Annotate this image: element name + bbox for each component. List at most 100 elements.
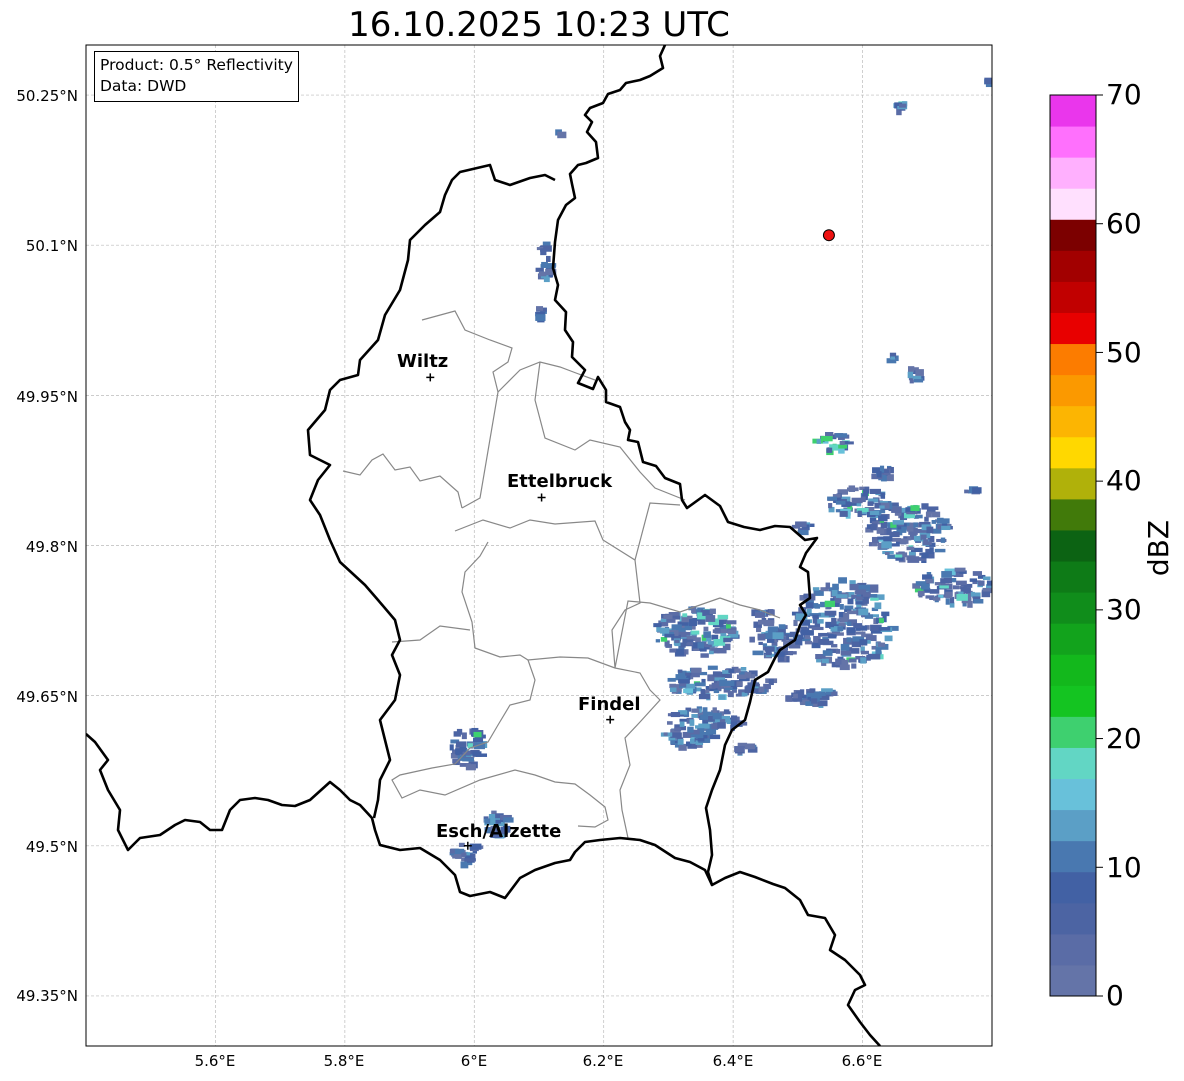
echo-cell [819, 691, 826, 697]
echo-cell [820, 436, 833, 442]
echo-cell [758, 686, 765, 693]
echo-cell [812, 614, 819, 619]
echo-cell [880, 492, 886, 499]
echo-cell [679, 721, 685, 727]
echo-cell [876, 471, 882, 478]
colorbar-label: dBZ [1142, 519, 1175, 577]
echo-cell [841, 617, 848, 623]
echo-cell [929, 547, 934, 555]
echo-cell [540, 248, 547, 256]
echo-cell [455, 741, 467, 748]
echo-cell [907, 371, 914, 379]
echo-cell [906, 525, 914, 532]
echo-cell [765, 648, 772, 656]
echo-cell [814, 604, 821, 609]
echo-cell [891, 506, 902, 513]
echo-cell [878, 515, 888, 522]
echo-cell [752, 650, 764, 656]
colorbar-segment [1050, 467, 1096, 500]
colorbar-tick-label: 60 [1106, 207, 1142, 240]
echo-cell [709, 608, 716, 615]
echo-cell [846, 487, 859, 492]
echo-cell [973, 599, 984, 604]
echo-cell [849, 583, 859, 591]
echo-cell [697, 738, 705, 742]
echo-cell [705, 615, 716, 622]
echo-cell [694, 682, 706, 687]
echo-cell [851, 497, 863, 504]
echo-cell [678, 679, 690, 684]
echo-cell [778, 624, 786, 630]
colorbar-segment [1050, 126, 1096, 158]
city-label-esch-alzette: Esch/Alzette [436, 821, 562, 842]
city-marker [426, 373, 435, 382]
echo-cell [727, 629, 737, 634]
echo-cell [890, 356, 896, 360]
colorbar-segment [1050, 529, 1096, 562]
echo-cell [687, 726, 694, 733]
echo-cell [879, 505, 885, 509]
echo-cell [816, 439, 822, 444]
echo-cell [940, 537, 946, 543]
echo-cell [678, 743, 687, 751]
echo-cell [835, 500, 846, 505]
echo-cell [857, 510, 862, 517]
echo-cell [831, 644, 838, 648]
echo-cell [691, 672, 700, 678]
echo-cell [453, 731, 461, 737]
echo-cell [763, 620, 775, 627]
graticule-grid [86, 45, 992, 1046]
echo-cell [917, 590, 925, 597]
radar-map[interactable] [0, 0, 1184, 1081]
echo-cell [718, 694, 726, 700]
echo-cell [910, 505, 920, 512]
echo-cell [862, 598, 869, 604]
echo-cell [663, 732, 668, 736]
echo-cell [822, 650, 833, 656]
echo-cell [821, 688, 833, 692]
colorbar-segment [1050, 840, 1096, 873]
colorbar-tick-label: 70 [1106, 78, 1142, 111]
echo-cell [713, 689, 720, 694]
echo-cell [472, 751, 482, 757]
echo-cell [716, 647, 727, 654]
colorbar-segment [1050, 157, 1096, 189]
echo-cell [840, 650, 852, 656]
echo-cell [838, 577, 847, 584]
echo-cell [860, 657, 867, 664]
echo-cell [869, 510, 880, 515]
echo-cell [472, 737, 484, 743]
echo-cell [981, 591, 991, 598]
echo-cell [941, 525, 951, 531]
echo-cell [855, 589, 867, 595]
echo-cell [682, 613, 688, 618]
echo-cell [894, 554, 903, 558]
echo-cell [972, 571, 982, 576]
echo-cell [691, 667, 702, 674]
echo-cell [664, 634, 675, 638]
echo-cell [461, 852, 467, 857]
echo-cell [469, 843, 482, 850]
colorbar-tick-label: 40 [1106, 464, 1142, 497]
echo-cell [698, 693, 711, 700]
echo-cell [712, 671, 721, 677]
echo-cell [878, 627, 891, 631]
echo-cell [855, 596, 863, 601]
echo-cell [923, 539, 929, 544]
echo-cell [839, 664, 850, 671]
echo-cell [825, 582, 831, 589]
echo-cell [724, 680, 735, 686]
echo-cell [733, 668, 741, 673]
echo-cell [954, 567, 966, 572]
echo-cell [831, 617, 837, 625]
colorbar-segment [1050, 809, 1096, 842]
echo-cell [679, 718, 687, 722]
echo-cell [924, 516, 929, 522]
lat-tick-label: 50.25°N [16, 87, 78, 105]
echo-cell [839, 510, 848, 517]
echo-cell [840, 643, 850, 651]
echo-cell [853, 623, 863, 629]
echo-cell [535, 314, 546, 321]
colorbar-segment [1050, 561, 1096, 593]
radar-site-marker[interactable] [822, 229, 835, 242]
